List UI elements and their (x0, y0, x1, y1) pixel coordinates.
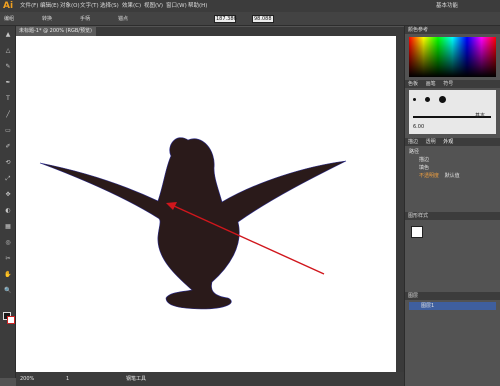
appearance-rows: 路径 描边 填色 不透明度 默认值 (405, 146, 500, 182)
brushes-panel-header: 色板 画笔 符号 (405, 80, 500, 88)
menu-item-7[interactable]: 窗口(W) (166, 0, 187, 12)
artwork-canvas (39, 137, 347, 310)
y-position-value: 98.088 (254, 16, 272, 22)
blend-tool-icon[interactable]: ◐ (3, 208, 13, 214)
app-logo: Ai (3, 1, 14, 11)
direct-selection-tool-icon[interactable]: △ (3, 48, 13, 54)
gradient-tool-icon[interactable]: ◎ (3, 240, 13, 246)
tab-stroke[interactable]: 描边 (408, 139, 418, 145)
graphic-styles-header[interactable]: 图形样式 (405, 212, 500, 220)
vertical-scrollbar[interactable] (396, 36, 404, 372)
menu-item-3[interactable]: 文字(T) (80, 0, 99, 12)
anchors-label[interactable]: 锚点 (118, 12, 128, 26)
menu-item-1[interactable]: 编辑(E) (40, 0, 59, 12)
graphic-styles-list (409, 222, 496, 262)
selection-tool-icon[interactable]: ▲ (3, 32, 13, 38)
hand-tool-icon[interactable]: ✋ (3, 272, 13, 278)
brush-size-label: 6.00 (413, 124, 425, 130)
scissors-tool-icon[interactable]: ✂ (3, 256, 13, 262)
selection-type-label: 编组 (4, 16, 15, 22)
convert-anchor-label[interactable]: 转换 (42, 12, 52, 26)
appearance-path-row[interactable]: 路径 (409, 148, 496, 156)
brushes-list[interactable]: 6.00 基本 (409, 90, 496, 134)
opacity-value: 默认值 (444, 173, 460, 179)
basic-brush-label: 基本 (475, 113, 486, 119)
tab-brushes[interactable]: 画笔 (426, 81, 436, 87)
status-bar: 200% 1 钢笔工具 (16, 372, 408, 386)
workspace-switcher[interactable]: 基本功能 (436, 0, 458, 12)
document-tab[interactable]: 未标题-1* @ 200% (RGB/预览) (16, 27, 96, 36)
type-tool-icon[interactable]: T (3, 96, 13, 102)
x-position-value: 187.386 (216, 16, 237, 22)
layer-name: 图层1 (421, 303, 435, 309)
pencil-tool-icon[interactable]: ✐ (3, 144, 13, 150)
artboard[interactable] (16, 36, 396, 372)
layer-row[interactable]: 图层1 (409, 302, 496, 310)
x-position-field[interactable]: 187.386 (214, 15, 237, 23)
tab-swatches[interactable]: 色板 (408, 81, 418, 87)
handles-label[interactable]: 手柄 (80, 12, 90, 26)
menu-item-6[interactable]: 视图(V) (144, 0, 163, 12)
y-position-field[interactable]: 98.088 (252, 15, 274, 23)
menu-item-2[interactable]: 对象(O) (60, 0, 80, 12)
pen-tool-icon[interactable]: ✒ (3, 80, 13, 86)
appearance-opacity-row[interactable]: 不透明度 默认值 (409, 172, 496, 180)
panels-dock: 颜色参考 色板 画笔 符号 6.00 基本 描边 透明 外观 路径 描边 填色 … (404, 26, 500, 386)
menu-item-4[interactable]: 选择(S) (100, 0, 119, 12)
color-panel-header[interactable]: 颜色参考 (405, 26, 500, 34)
tab-symbols[interactable]: 符号 (443, 81, 453, 87)
tab-transparency[interactable]: 透明 (426, 139, 436, 145)
zoom-tool-icon[interactable]: 🔍 (3, 288, 13, 294)
stroke-swatch[interactable] (7, 316, 15, 324)
mesh-tool-icon[interactable]: ▦ (3, 224, 13, 230)
line-tool-icon[interactable]: ╱ (3, 112, 13, 118)
appearance-fill-row[interactable]: 填色 (409, 164, 496, 172)
warp-tool-icon[interactable]: ✥ (3, 192, 13, 198)
brush-dot-medium[interactable] (425, 97, 430, 102)
brush-dot-small[interactable] (413, 98, 416, 101)
color-spectrum[interactable] (409, 37, 496, 77)
magic-wand-tool-icon[interactable]: ✎ (3, 64, 13, 70)
artboard-number[interactable]: 1 (66, 372, 69, 386)
rectangle-tool-icon[interactable]: ▭ (3, 128, 13, 134)
scale-tool-icon[interactable]: ⤢ (3, 176, 13, 182)
tab-appearance[interactable]: 外观 (443, 139, 453, 145)
rotate-tool-icon[interactable]: ⟲ (3, 160, 13, 166)
appearance-stroke-row[interactable]: 描边 (409, 156, 496, 164)
bird-vase-silhouette[interactable] (39, 137, 347, 310)
menu-item-0[interactable]: 文件(F) (20, 0, 38, 12)
opacity-label: 不透明度 (419, 173, 440, 179)
menu-item-5[interactable]: 效果(C) (122, 0, 141, 12)
brush-dot-large[interactable] (439, 96, 446, 103)
control-bar (0, 12, 500, 26)
zoom-level[interactable]: 200% (20, 372, 34, 386)
appearance-panel-header: 描边 透明 外观 (405, 138, 500, 146)
menu-item-8[interactable]: 帮助(H) (188, 0, 207, 12)
layers-panel-header[interactable]: 图层 (405, 292, 500, 300)
current-tool-status: 钢笔工具 (126, 376, 147, 382)
default-graphic-style[interactable] (411, 226, 423, 238)
